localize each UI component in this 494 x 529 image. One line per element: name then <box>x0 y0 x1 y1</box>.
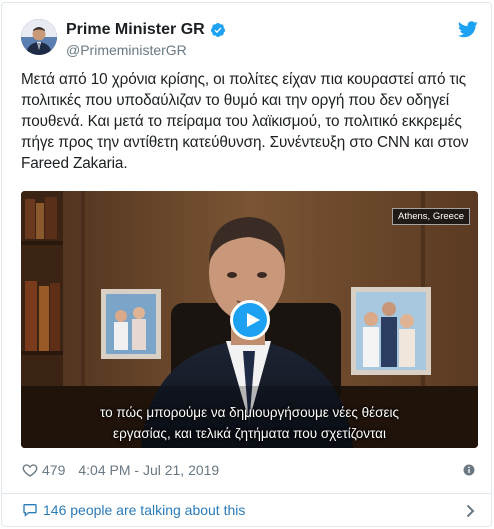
twitter-bird-icon[interactable] <box>458 21 478 38</box>
talking-about-link[interactable]: 146 people are talking about this <box>22 501 245 519</box>
tweet-card: Prime Minister GR @PrimeministerGR Μετά … <box>1 2 492 527</box>
avatar[interactable] <box>21 19 57 55</box>
heart-icon[interactable] <box>22 462 38 478</box>
tweet-timestamp[interactable]: 4:04 PM - Jul 21, 2019 <box>78 461 219 479</box>
play-button[interactable] <box>230 300 270 340</box>
video-player[interactable]: Athens, Greece το πώς μπορούμε να δημιου… <box>21 191 478 448</box>
location-badge: Athens, Greece <box>391 208 470 225</box>
like-count[interactable]: 479 <box>42 461 65 479</box>
author-handle[interactable]: @PrimeministerGR <box>66 41 187 59</box>
speech-bubble-icon <box>23 504 37 517</box>
tweet-text: Μετά από 10 χρόνια κρίσης, οι πολίτες εί… <box>21 71 469 172</box>
author-display-name[interactable]: Prime Minister GR <box>66 20 205 40</box>
chevron-right-icon[interactable] <box>466 504 475 518</box>
video-subtitle-line-1: το πώς μπορούμε να δημιουργήσουμε νέες θ… <box>100 405 399 420</box>
talking-about-label[interactable]: 146 people are talking about this <box>43 501 245 519</box>
avatar-image <box>21 19 57 55</box>
tweet-meta-row: 479 4:04 PM - Jul 21, 2019 <box>22 461 219 479</box>
divider <box>2 493 491 494</box>
verified-badge-icon <box>210 23 225 37</box>
video-subtitle-line-2: εργασίας, και τελικά ζητήματα που σχετίζ… <box>113 426 386 441</box>
author-name-row[interactable]: Prime Minister GR <box>66 20 226 40</box>
info-icon[interactable] <box>463 464 475 476</box>
